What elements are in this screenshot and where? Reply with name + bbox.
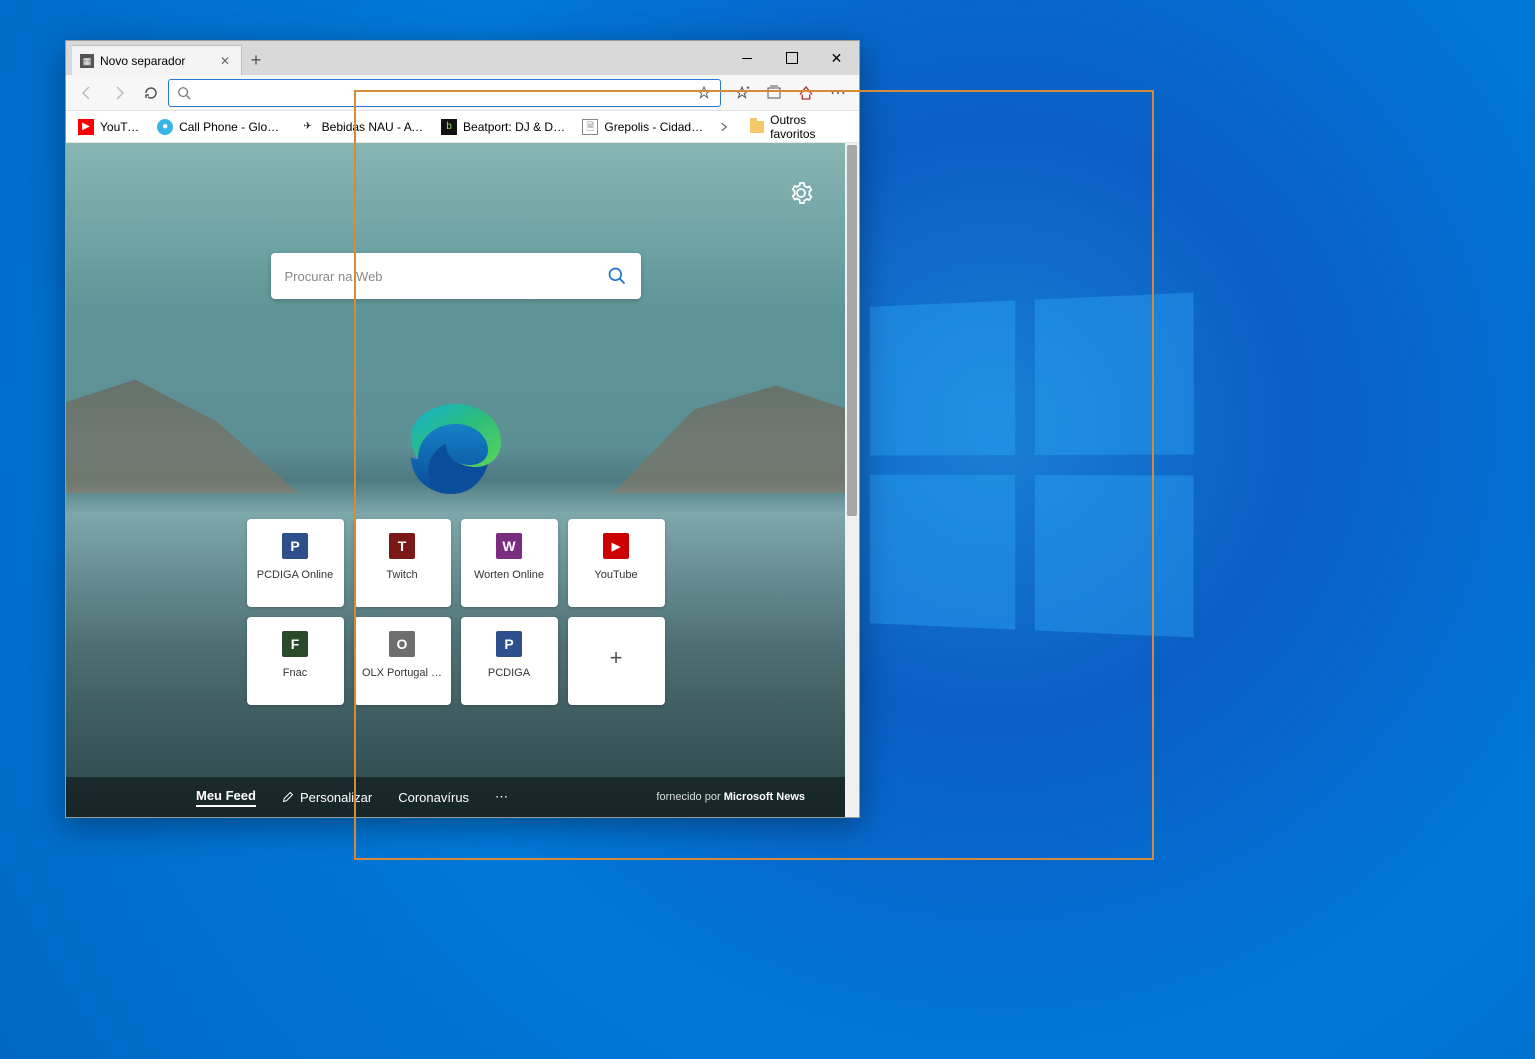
bookmark-youtube[interactable]: ▶ YouTube xyxy=(72,116,147,138)
bookmark-label: Beatport: DJ & Dan… xyxy=(463,120,566,134)
menu-button[interactable]: ⋯ xyxy=(823,79,853,107)
feed-provider: fornecido por Microsoft News xyxy=(656,791,805,803)
tile-youtube[interactable]: ▶ YouTube xyxy=(568,519,665,607)
folder-icon xyxy=(750,121,765,133)
other-bookmarks-label: Outros favoritos xyxy=(770,113,847,141)
tile-label: PCDIGA xyxy=(488,667,530,679)
tile-twitch[interactable]: T Twitch xyxy=(354,519,451,607)
bookmark-icon: ✈ xyxy=(300,119,316,135)
tab-title: Novo separador xyxy=(100,54,185,68)
bg-mountain xyxy=(612,373,845,493)
bookmark-label: Call Phone - Globfo… xyxy=(179,120,284,134)
browser-window: ▦ Novo separador ✕ + ✕ xyxy=(65,40,860,818)
bg-mountain xyxy=(66,373,299,493)
tab-favicon: ▦ xyxy=(80,54,94,68)
bookmark-bebidas[interactable]: ✈ Bebidas NAU - A pr… xyxy=(294,116,431,138)
favorite-star-icon[interactable] xyxy=(696,85,712,101)
page-settings-button[interactable] xyxy=(789,181,813,205)
address-bar[interactable] xyxy=(168,79,721,107)
tile-icon: ▶ xyxy=(603,533,629,559)
maximize-button[interactable] xyxy=(769,43,814,73)
scrollbar-thumb[interactable] xyxy=(847,145,857,516)
tile-pcdiga-online[interactable]: P PCDIGA Online xyxy=(247,519,344,607)
edge-logo xyxy=(406,399,506,499)
bookmark-label: YouTube xyxy=(100,120,141,134)
web-search-box[interactable] xyxy=(271,253,641,299)
tile-label: YouTube xyxy=(594,569,637,581)
tile-pcdiga[interactable]: P PCDIGA xyxy=(461,617,558,705)
tile-fnac[interactable]: F Fnac xyxy=(247,617,344,705)
bookmark-label: Bebidas NAU - A pr… xyxy=(322,120,425,134)
tile-label: Worten Online xyxy=(474,569,544,581)
quick-links-grid: P PCDIGA Online T Twitch W Worten Online… xyxy=(247,519,665,705)
feed-tab-personalize[interactable]: Personalizar xyxy=(282,790,372,805)
bookmarks-bar: ▶ YouTube ● Call Phone - Globfo… ✈ Bebid… xyxy=(66,111,859,143)
tile-icon: W xyxy=(496,533,522,559)
windows-logo xyxy=(860,300,1190,630)
plus-icon: + xyxy=(610,645,623,671)
search-icon xyxy=(177,86,191,100)
refresh-button[interactable] xyxy=(136,79,166,107)
feed-tab-coronavirus[interactable]: Coronavírus xyxy=(398,790,469,805)
bookmarks-overflow-button[interactable] xyxy=(718,121,740,133)
toolbar: ⋯ xyxy=(66,75,859,111)
profile-button[interactable] xyxy=(791,79,821,107)
content-area: P PCDIGA Online T Twitch W Worten Online… xyxy=(66,143,859,817)
tile-icon: P xyxy=(282,533,308,559)
minimize-button[interactable] xyxy=(724,43,769,73)
feed-more-button[interactable]: ⋯ xyxy=(495,789,510,805)
new-tab-button[interactable]: + xyxy=(242,45,270,75)
tile-label: Fnac xyxy=(283,667,307,679)
tile-label: PCDIGA Online xyxy=(257,569,333,581)
window-controls: ✕ xyxy=(724,41,859,75)
bookmark-beatport[interactable]: b Beatport: DJ & Dan… xyxy=(435,116,572,138)
bookmark-grepolis[interactable]: 🗎 Grepolis - Cidade d… xyxy=(576,116,713,138)
feed-bar: Meu Feed Personalizar Coronavírus ⋯ forn… xyxy=(66,777,845,817)
back-button[interactable] xyxy=(72,79,102,107)
bookmark-icon: b xyxy=(441,119,457,135)
tile-icon: F xyxy=(282,631,308,657)
tile-label: OLX Portugal … xyxy=(362,667,442,679)
feed-tab-myfeed[interactable]: Meu Feed xyxy=(196,788,256,807)
tile-icon: O xyxy=(389,631,415,657)
bookmark-icon: ▶ xyxy=(78,119,94,135)
feed-tab-label: Personalizar xyxy=(300,790,372,805)
favorites-button[interactable] xyxy=(727,79,757,107)
bookmark-icon: 🗎 xyxy=(582,119,598,135)
tile-label: Twitch xyxy=(386,569,417,581)
bookmark-label: Grepolis - Cidade d… xyxy=(604,120,707,134)
vertical-scrollbar[interactable] xyxy=(845,143,859,817)
tile-add-button[interactable]: + xyxy=(568,617,665,705)
titlebar: ▦ Novo separador ✕ + ✕ xyxy=(66,41,859,75)
new-tab-page: P PCDIGA Online T Twitch W Worten Online… xyxy=(66,143,845,817)
tile-worten[interactable]: W Worten Online xyxy=(461,519,558,607)
address-input[interactable] xyxy=(199,85,688,100)
search-submit-icon[interactable] xyxy=(607,266,627,286)
forward-button[interactable] xyxy=(104,79,134,107)
bookmark-callphone[interactable]: ● Call Phone - Globfo… xyxy=(151,116,290,138)
tab-active[interactable]: ▦ Novo separador ✕ xyxy=(72,45,242,75)
web-search-input[interactable] xyxy=(285,269,607,284)
tile-icon: T xyxy=(389,533,415,559)
other-bookmarks-button[interactable]: Outros favoritos xyxy=(744,110,853,144)
bookmark-icon: ● xyxy=(157,119,173,135)
pencil-icon xyxy=(282,791,294,803)
close-tab-button[interactable]: ✕ xyxy=(217,53,233,69)
close-window-button[interactable]: ✕ xyxy=(814,43,859,73)
collections-button[interactable] xyxy=(759,79,789,107)
tile-icon: P xyxy=(496,631,522,657)
tile-olx[interactable]: O OLX Portugal … xyxy=(354,617,451,705)
